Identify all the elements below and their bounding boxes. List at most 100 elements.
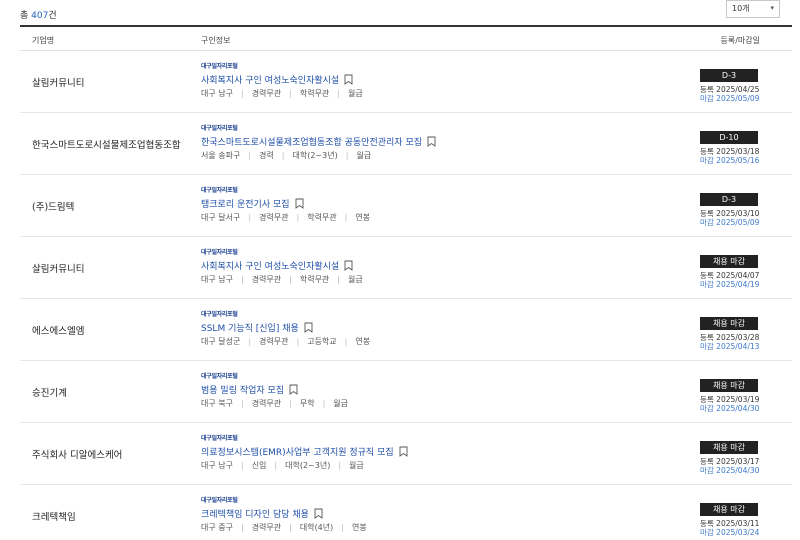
company-name[interactable]: 살림커뮤니티 [32, 75, 84, 89]
meta-item: 학력무관 [307, 213, 337, 222]
bookmark-icon[interactable] [304, 322, 313, 333]
total-prefix: 총 [20, 11, 32, 21]
column-job: 구인정보 [201, 36, 231, 45]
table-row: (주)드림텍 대구일자리포털 탱크로리 운전기사 모집 대구 달서구 | 경력무관 | 학력무… [20, 175, 792, 237]
meta-separator: | [248, 213, 252, 222]
registered-date: 등록 2025/03/19 [700, 395, 760, 404]
company-name[interactable]: 한국스마트도로시설물제조업협동조합 [32, 137, 181, 151]
bookmark-icon[interactable] [314, 508, 323, 519]
bookmark-icon[interactable] [344, 74, 353, 85]
meta-item: 경력무관 [251, 399, 282, 408]
table-row: 에스에스엘엠 대구일자리포털 SSLM 기능직 [신입] 채용대구 달성군 | 경력무관… [20, 299, 792, 361]
job-meta: 대구 달서구 | 경력무관 | 학력무관 | 연봉 [201, 212, 370, 223]
status-badge: 채용 마감 [700, 441, 758, 454]
meta-item: 경력무관 [251, 523, 282, 532]
registered-date: 등록 2025/04/25 [700, 85, 760, 94]
registered-date: 등록 2025/03/18 [700, 147, 760, 156]
job-info: 대구일자리포털 탱크로리 운전기사 모집 대구 달서구 | 경력무관 | 학력무관 | 연봉 [201, 187, 370, 223]
bookmark-icon[interactable] [295, 198, 304, 209]
meta-separator: | [322, 399, 326, 408]
table-row: 주식회사 디알에스케어 대구일자리포털 의료정보시스템(EMR)사업부 고객지원 정… [20, 423, 792, 485]
job-title-link[interactable]: 범용 밀링 작업자 모집 [201, 383, 284, 396]
registered-date: 등록 2025/04/07 [700, 271, 760, 280]
portal-logo: 대구일자리포털 [201, 311, 238, 318]
meta-separator: | [240, 461, 244, 470]
meta-separator: | [341, 523, 344, 532]
date-info: D-10 등록 2025/03/18 마감 2025/05/16 [700, 131, 770, 165]
meta-separator: | [344, 213, 348, 222]
job-meta: 서울 송파구 | 경력 | 대학(2~3년) | 월급 [201, 150, 436, 161]
meta-item: 학력무관 [299, 275, 330, 284]
deadline-date: 마감 2025/05/09 [700, 218, 760, 227]
portal-logo: 대구일자리포털 [201, 63, 238, 70]
bookmark-icon[interactable] [344, 260, 353, 271]
job-title-link[interactable]: 의료정보시스템(EMR)사업부 고객지원 정규직 모집 [201, 445, 394, 458]
job-meta: 대구 달성군 | 경력무관 | 고등학교 | 연봉 [201, 336, 370, 347]
meta-separator: | [337, 275, 340, 284]
company-name[interactable]: 살림커뮤니티 [32, 261, 84, 275]
portal-logo: 대구일자리포털 [201, 187, 238, 194]
job-title-link[interactable]: SSLM 기능직 [신입] 채용 [201, 321, 299, 334]
page-size-value: 10개 [732, 4, 750, 13]
job-info: 대구일자리포털 SSLM 기능직 [신입] 채용대구 달성군 | 경력무관 | 고등학교 |… [201, 311, 370, 347]
meta-item: 대학(4년) [299, 523, 334, 532]
table-row: 승진기계 대구일자리포털 범용 밀링 작업자 모집 대구 북구 | 경력무관 | 무학 | 월급 채… [20, 361, 792, 423]
title-line: 범용 밀링 작업자 모집 [201, 382, 348, 396]
page-size-select[interactable]: 10개 ▾ [726, 0, 780, 18]
title-line: 사회복지사 구인 여성노숙인자활시설 [201, 72, 363, 86]
meta-item: 경력무관 [251, 275, 282, 284]
job-info: 대구일자리포털 크레텍책임 디자인 담당 채용 대구 중구 | 경력무관 | 대학(4년) |… [201, 497, 367, 533]
job-title-link[interactable]: 한국스마트도로시설물제조업협동조합 공동안전관리자 모집 [201, 135, 422, 148]
list-toolbar: 총 407건 10개 ▾ [20, 0, 800, 26]
meta-separator: | [240, 89, 244, 98]
meta-item: 신입 [251, 461, 267, 470]
table-row: 살림커뮤니티 대구일자리포털 사회복지사 구인 여성노숙인자활시설 대구 남구 | 경력무… [20, 237, 792, 299]
company-name[interactable]: 주식회사 디알에스케어 [32, 447, 122, 461]
total-count: 총 407건 [20, 8, 57, 21]
date-info: 채용 마감 등록 2025/03/19 마감 2025/04/30 [700, 379, 770, 413]
meta-item: 월급 [348, 89, 363, 98]
job-title-link[interactable]: 사회복지사 구인 여성노숙인자활시설 [201, 73, 339, 86]
status-badge: D-3 [700, 193, 758, 206]
bookmark-icon[interactable] [399, 446, 408, 457]
meta-separator: | [345, 151, 349, 160]
title-line: 탱크로리 운전기사 모집 [201, 196, 370, 210]
portal-logo: 대구일자리포털 [201, 373, 238, 380]
column-company: 기업명 [32, 36, 55, 45]
company-name[interactable]: 승진기계 [32, 385, 67, 399]
company-name[interactable]: 크레텍책임 [32, 509, 76, 523]
job-title-link[interactable]: 크레텍책임 디자인 담당 채용 [201, 507, 309, 520]
meta-separator: | [289, 399, 292, 408]
bookmark-icon[interactable] [289, 384, 298, 395]
date-info: 채용 마감 등록 2025/04/07 마감 2025/04/19 [700, 255, 770, 289]
deadline-date: 마감 2025/05/16 [700, 156, 760, 165]
company-name[interactable]: (주)드림텍 [32, 199, 74, 213]
title-line: 의료정보시스템(EMR)사업부 고객지원 정규직 모집 [201, 444, 408, 458]
meta-separator: | [281, 151, 285, 160]
table-header: 기업명 구인정보 등록/마감일 [20, 25, 792, 51]
bookmark-icon[interactable] [427, 136, 436, 147]
meta-separator: | [248, 151, 252, 160]
meta-item: 연봉 [351, 523, 367, 532]
job-list: 살림커뮤니티 대구일자리포털 사회복지사 구인 여성노숙인자활시설 대구 남구 | 경력무… [20, 51, 792, 540]
meta-item: 대구 남구 [201, 89, 233, 98]
meta-item: 고등학교 [307, 337, 337, 346]
meta-item: 대구 달성군 [201, 337, 241, 346]
status-badge: 채용 마감 [700, 503, 758, 516]
job-title-link[interactable]: 탱크로리 운전기사 모집 [201, 197, 290, 210]
meta-separator: | [274, 461, 278, 470]
company-name[interactable]: 에스에스엘엠 [32, 323, 84, 337]
table-row: 살림커뮤니티 대구일자리포털 사회복지사 구인 여성노숙인자활시설 대구 남구 | 경력무… [20, 51, 792, 113]
meta-item: 대구 남구 [201, 461, 233, 470]
job-title-link[interactable]: 사회복지사 구인 여성노숙인자활시설 [201, 259, 339, 272]
job-meta: 대구 북구 | 경력무관 | 무학 | 월급 [201, 398, 348, 409]
portal-logo: 대구일자리포털 [201, 497, 238, 504]
meta-item: 경력무관 [259, 213, 289, 222]
deadline-date: 마감 2025/04/30 [700, 466, 760, 475]
job-meta: 대구 남구 | 경력무관 | 학력무관 | 월급 [201, 274, 363, 285]
job-info: 대구일자리포털 범용 밀링 작업자 모집 대구 북구 | 경력무관 | 무학 | 월급 [201, 373, 348, 409]
title-line: 한국스마트도로시설물제조업협동조합 공동안전관리자 모집 [201, 134, 436, 148]
deadline-date: 마감 2025/03/24 [700, 528, 760, 537]
meta-item: 월급 [356, 151, 372, 160]
meta-item: 대구 중구 [201, 523, 233, 532]
